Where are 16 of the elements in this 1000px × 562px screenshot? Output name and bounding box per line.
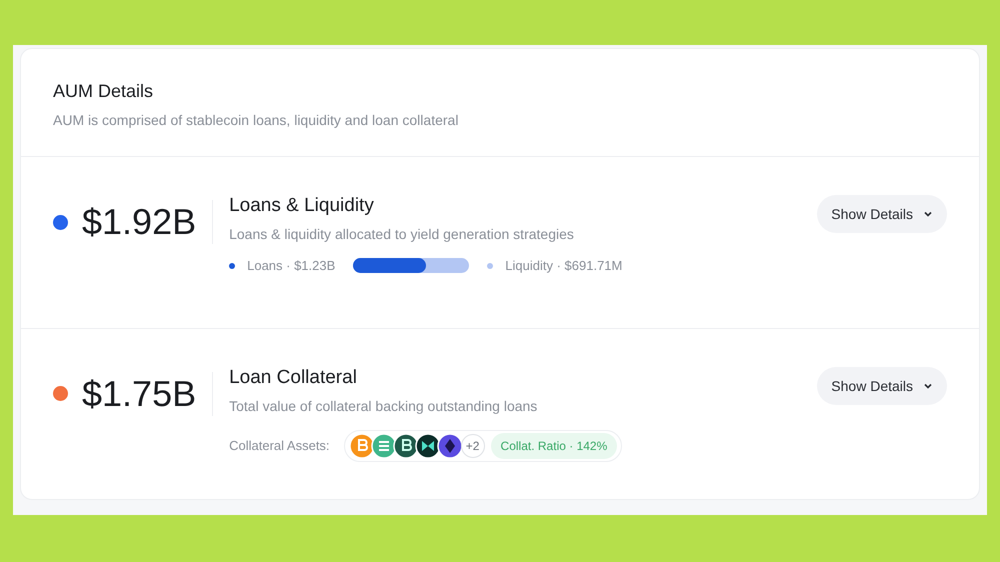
amount-value: $1.92B — [82, 201, 196, 243]
legend-label: Liquidity · $691.71M — [505, 258, 622, 273]
section-description: Total value of collateral backing outstanding loans — [229, 398, 538, 414]
assets-label: Collateral Assets: — [229, 438, 330, 453]
card-subtitle: AUM is comprised of stablecoin loans, liquidity and loan collateral — [53, 112, 460, 128]
card-title: AUM Details — [53, 81, 154, 102]
legend-label: Loans · $1.23B — [247, 258, 336, 273]
amount-value: $1.75B — [82, 372, 196, 414]
section-title: Loan Collateral — [229, 366, 358, 388]
show-details-button[interactable]: Show Details — [817, 195, 947, 233]
more-count: +2 — [460, 434, 485, 458]
section-description: Loans & liquidity allocated to yield generation strategies — [229, 226, 575, 242]
show-details-button[interactable]: Show Details — [817, 366, 947, 404]
section-title: Loans & Liquidity — [229, 195, 375, 217]
chevron-down-icon — [923, 209, 933, 219]
ratio-badge: Collat. Ratio · 142% — [490, 432, 618, 458]
